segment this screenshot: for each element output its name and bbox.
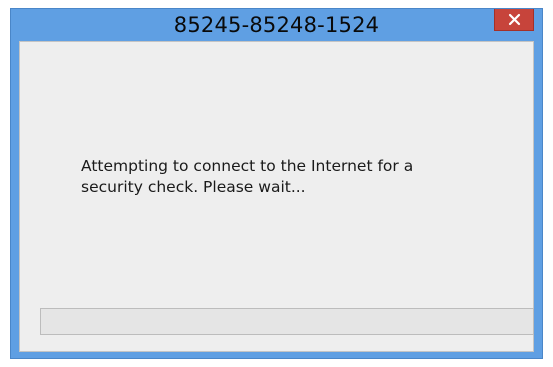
dialog-body: Attempting to connect to the Internet fo… bbox=[19, 41, 534, 352]
title-bar[interactable]: 85245-85248-1524 bbox=[11, 9, 542, 41]
status-message: Attempting to connect to the Internet fo… bbox=[81, 156, 501, 198]
status-message-line-2: security check. Please wait... bbox=[81, 178, 306, 196]
window-title: 85245-85248-1524 bbox=[173, 13, 380, 37]
close-button[interactable] bbox=[494, 9, 534, 31]
dialog-window: 85245-85248-1524 Attempting to connect t… bbox=[10, 8, 543, 359]
status-message-line-1: Attempting to connect to the Internet fo… bbox=[81, 157, 414, 175]
close-icon bbox=[508, 13, 520, 26]
progress-bar bbox=[40, 308, 534, 335]
